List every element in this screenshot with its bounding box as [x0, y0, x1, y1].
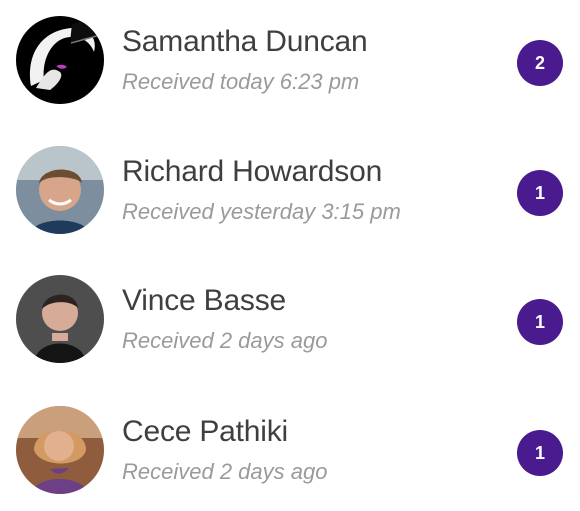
unread-count-badge: 1 — [517, 170, 563, 216]
message-list: Samantha Duncan Received today 6:23 pm 2… — [0, 0, 580, 511]
contact-name: Vince Basse — [122, 284, 287, 317]
unread-count-badge: 1 — [517, 299, 563, 345]
person-photo-avatar-icon — [16, 275, 104, 363]
message-list-item[interactable]: Vince Basse Received 2 days ago 1 — [0, 271, 580, 367]
avatar[interactable] — [16, 146, 104, 234]
message-list-item[interactable]: Richard Howardson Received yesterday 3:1… — [0, 142, 580, 238]
person-photo-avatar-icon — [16, 146, 104, 234]
avatar[interactable] — [16, 275, 104, 363]
person-photo-avatar-icon — [16, 406, 104, 494]
avatar[interactable] — [16, 406, 104, 494]
contact-name: Samantha Duncan — [122, 25, 368, 58]
contact-name: Richard Howardson — [122, 155, 383, 188]
received-time: Received 2 days ago — [122, 459, 328, 484]
unread-count-badge: 1 — [517, 430, 563, 476]
message-list-item[interactable]: Samantha Duncan Received today 6:23 pm 2 — [0, 12, 580, 108]
unread-count-badge: 2 — [517, 40, 563, 86]
stylized-face-avatar-icon — [16, 16, 104, 104]
contact-name: Cece Pathiki — [122, 415, 289, 448]
received-time: Received 2 days ago — [122, 328, 328, 353]
avatar[interactable] — [16, 16, 104, 104]
message-list-item[interactable]: Cece Pathiki Received 2 days ago 1 — [0, 402, 580, 498]
received-time: Received today 6:23 pm — [122, 69, 360, 94]
received-time: Received yesterday 3:15 pm — [122, 199, 401, 224]
